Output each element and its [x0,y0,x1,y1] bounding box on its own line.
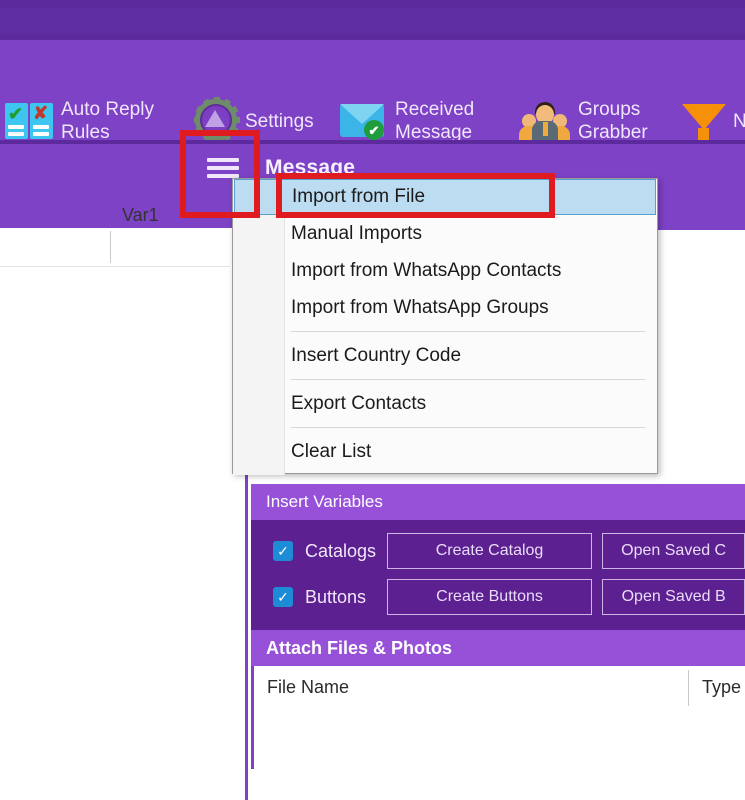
menu-item-label: Import from File [292,186,426,207]
attach-files-header: Attach Files & Photos [251,630,745,666]
toolbar-label-settings: Settings [245,110,314,132]
menu-item-label: Import from WhatsApp Contacts [291,259,562,281]
menu-item-label: Import from WhatsApp Groups [291,296,549,318]
attach-column-type: Type [702,676,742,697]
open-saved-buttons-button[interactable]: Open Saved B [602,579,745,615]
main-toolbar: ✔ ✘ Auto Reply Rules Settings ✔ Received… [0,40,745,144]
toolbar-item-received-message[interactable]: ✔ Received Message [340,98,474,144]
attach-files-table[interactable]: File Name Type [251,666,745,769]
catalogs-label: Catalogs [305,540,377,561]
menu-item-import-from-whatsapp-groups[interactable]: Import from WhatsApp Groups [233,289,657,326]
create-buttons-button[interactable]: Create Buttons [386,579,593,615]
menu-item-import-from-file[interactable]: Import from File [234,179,656,215]
toolbar-item-settings[interactable]: Settings [192,97,314,144]
funnel-filter-icon [682,98,726,144]
window-top-strip [0,0,745,40]
menu-separator [291,427,645,428]
insert-variables-body: ✓ Catalogs Create Catalog Open Saved C ✓… [251,520,745,630]
import-dropdown-menu[interactable]: Import from File Manual Imports Import f… [232,178,658,475]
menu-item-clear-list[interactable]: Clear List [233,433,657,470]
message-panel-title: Message [265,156,356,179]
buttons-label: Buttons [305,586,367,607]
auto-reply-book-icon: ✔ ✘ [4,101,54,141]
menu-item-label: Export Contacts [291,392,427,414]
menu-item-manual-imports[interactable]: Manual Imports [233,215,657,252]
menu-item-label: Manual Imports [291,222,422,244]
grid-column-separator [110,231,111,263]
menu-item-export-contacts[interactable]: Export Contacts [233,385,657,422]
toolbar-label-received-message: Received Message [395,99,475,143]
insert-variables-title: Insert Variables [266,492,383,511]
buttons-row: ✓ Buttons Create Buttons Open Saved B [251,578,745,616]
grid-column-header-var1: Var1 [122,205,159,225]
envelope-check-icon: ✔ [340,100,388,142]
toolbar-label-groups-grabber: Groups Grabber [578,99,648,143]
toolbar-label-auto-reply-rules: Auto Reply Rules [61,99,154,143]
window-top-strip-inner [0,8,745,34]
menu-separator [291,331,645,332]
attach-column-file-name: File Name [267,676,350,697]
contacts-grid[interactable] [0,228,248,800]
create-catalog-button[interactable]: Create Catalog [386,533,593,569]
insert-variables-header: Insert Variables [251,484,745,520]
right-panel: Insert Variables ✓ Catalogs Create Catal… [251,484,745,769]
toolbar-item-auto-reply-rules[interactable]: ✔ ✘ Auto Reply Rules [4,98,154,144]
toolbar-item-groups-grabber[interactable]: Groups Grabber [519,98,648,144]
attach-table-header-row: File Name Type [254,666,745,708]
menu-item-insert-country-code[interactable]: Insert Country Code [233,337,657,374]
open-saved-catalog-button[interactable]: Open Saved C [602,533,745,569]
gear-icon [192,97,240,144]
catalogs-row: ✓ Catalogs Create Catalog Open Saved C [251,532,745,570]
attach-column-separator [688,670,689,706]
toolbar-item-filter[interactable]: N [682,98,745,144]
app-window: ✔ ✘ Auto Reply Rules Settings ✔ Received… [0,0,745,800]
attach-files-title: Attach Files & Photos [266,637,453,658]
buttons-checkbox[interactable]: ✓ [273,587,293,607]
menu-item-label: Clear List [291,440,372,462]
catalogs-checkbox[interactable]: ✓ [273,541,293,561]
groups-people-icon [519,100,571,143]
menu-item-label: Insert Country Code [291,344,462,366]
grid-header-underline [0,266,230,267]
menu-item-import-from-whatsapp-contacts[interactable]: Import from WhatsApp Contacts [233,252,657,289]
toolbar-label-filter: N [733,110,745,132]
menu-separator [291,379,645,380]
band-top-edge [0,140,745,144]
